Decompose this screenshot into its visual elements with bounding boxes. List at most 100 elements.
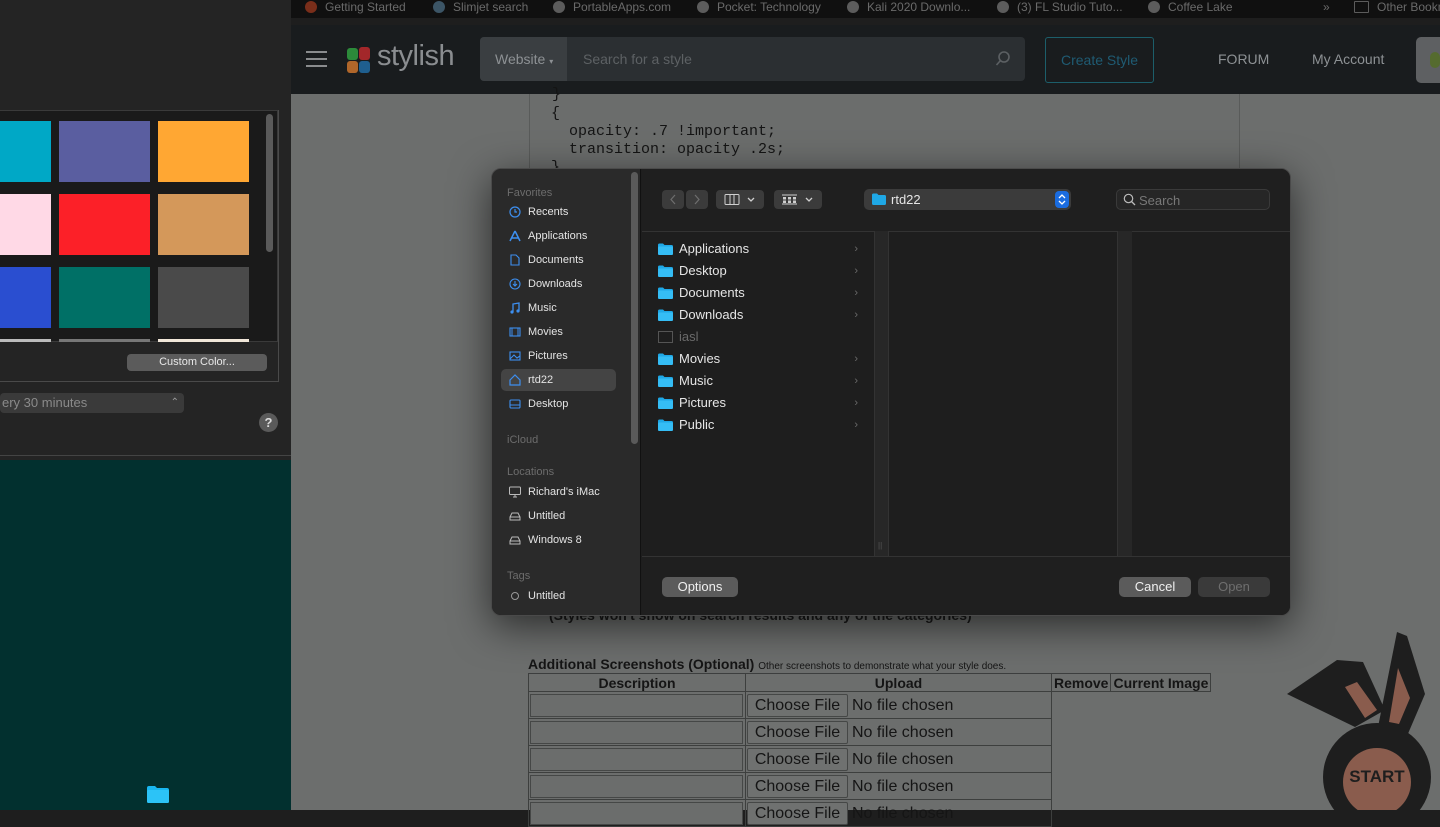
view-mode-button[interactable] (716, 190, 764, 209)
stylish-logo-icon[interactable] (347, 47, 373, 73)
interval-select[interactable]: ery 30 minutes ⌃ (0, 393, 184, 413)
location-popup[interactable]: rtd22 (864, 189, 1071, 210)
chevron-right-icon: › (854, 287, 858, 299)
folder-icon (872, 193, 886, 205)
color-swatch[interactable] (0, 121, 51, 182)
color-swatch[interactable] (158, 267, 249, 328)
sidebar-item-music[interactable]: Music (501, 297, 616, 319)
file-column: Applications › Desktop › Documents › Downloads… (642, 231, 874, 556)
sidebar-item-untitled-drive[interactable]: Untitled (501, 505, 616, 527)
bookmark-item[interactable]: (3) FL Studio Tuto... (997, 0, 1123, 18)
sidebar-item-rtd22[interactable]: rtd22 (501, 369, 616, 391)
choose-file-button[interactable]: Choose File (747, 774, 848, 798)
description-input[interactable] (530, 693, 743, 717)
portableapps-icon (553, 1, 565, 13)
help-button[interactable]: ? (259, 413, 278, 432)
bookmark-item[interactable]: Slimjet search (433, 0, 528, 18)
column-resize-grip-icon[interactable]: || (878, 541, 882, 550)
bookmark-label: Pocket: Technology (717, 0, 821, 14)
create-style-button[interactable]: Create Style (1045, 37, 1154, 83)
group-by-button[interactable] (774, 190, 822, 209)
column-divider[interactable] (874, 231, 889, 556)
bookmark-item[interactable]: Kali 2020 Downlo... (847, 0, 970, 18)
sidebar-item-recents[interactable]: Recents (501, 201, 616, 223)
search-scope-dropdown[interactable]: Website ▾ (480, 37, 567, 81)
avatar[interactable] (1416, 37, 1440, 83)
other-bookmarks[interactable]: Other Bookmarks (1354, 0, 1440, 18)
description-input[interactable] (530, 720, 743, 744)
my-account-link[interactable]: My Account (1312, 51, 1384, 67)
color-swatch[interactable] (59, 267, 150, 328)
choose-file-button[interactable]: Choose File (747, 720, 848, 744)
forward-button[interactable] (686, 190, 708, 209)
options-button[interactable]: Options (662, 577, 738, 597)
sidebar-item-richards-imac[interactable]: Richard's iMac (501, 481, 616, 503)
folder-row[interactable]: Applications › (658, 238, 858, 260)
folder-row[interactable]: Documents › (658, 282, 858, 304)
folder-row[interactable]: Pictures › (658, 392, 858, 414)
code-ghost-char: } (552, 86, 562, 103)
sidebar-item-windows-8[interactable]: Windows 8 (501, 529, 616, 551)
sidebar-section-icloud[interactable]: iCloud (507, 434, 538, 446)
hamburger-menu-icon[interactable] (306, 51, 327, 67)
bookmark-item[interactable]: Getting Started (305, 0, 406, 18)
folder-row[interactable]: Desktop › (658, 260, 858, 282)
section-subtitle: Other screenshots to demonstrate what yo… (758, 661, 1007, 672)
choose-file-button[interactable]: Choose File (747, 693, 848, 717)
folder-row[interactable]: Downloads › (658, 304, 858, 326)
description-input[interactable] (530, 747, 743, 771)
folder-row[interactable]: Movies › (658, 348, 858, 370)
sidebar-item-applications[interactable]: Applications (501, 225, 616, 247)
folder-row[interactable]: Public › (658, 414, 858, 436)
file-row[interactable]: iasl (658, 326, 858, 348)
bookmark-label: Kali 2020 Downlo... (867, 0, 971, 14)
choose-file-button[interactable]: Choose File (747, 801, 848, 825)
color-swatch[interactable] (0, 194, 51, 255)
sidebar-scrollbar[interactable] (631, 172, 638, 444)
swatch-scrollbar[interactable] (266, 114, 273, 252)
search-icon[interactable] (995, 51, 1011, 67)
stylish-logo-text[interactable]: stylish (377, 40, 455, 73)
chevron-right-icon: › (854, 397, 858, 409)
sidebar-item-desktop[interactable]: Desktop (501, 393, 616, 415)
start-bunny-badge[interactable]: START (1285, 632, 1440, 810)
bookmark-item[interactable]: PortableApps.com (553, 0, 671, 18)
open-button[interactable]: Open (1198, 577, 1270, 597)
sidebar-item-tag-untitled[interactable]: Untitled (501, 585, 616, 607)
file-name: Applications (679, 241, 750, 256)
bookmark-item[interactable]: Coffee Lake (1148, 0, 1233, 18)
download-icon (509, 278, 521, 290)
sidebar-item-documents[interactable]: Documents (501, 249, 616, 271)
folder-icon (658, 397, 673, 409)
folder-icon (658, 419, 673, 431)
chevron-right-icon: › (854, 265, 858, 277)
folder-row[interactable]: Music › (658, 370, 858, 392)
description-input[interactable] (530, 774, 743, 798)
style-search-input[interactable] (567, 37, 997, 81)
sidebar-item-movies[interactable]: Movies (501, 321, 616, 343)
choose-file-button[interactable]: Choose File (747, 747, 848, 771)
dialog-search-input[interactable] (1139, 192, 1265, 208)
sidebar-item-label: Music (528, 302, 557, 314)
bookmark-label: Coffee Lake (1168, 0, 1233, 14)
file-name: Movies (679, 351, 721, 366)
cancel-button[interactable]: Cancel (1119, 577, 1191, 597)
color-swatch[interactable] (0, 267, 51, 328)
color-swatch[interactable] (59, 121, 150, 182)
sidebar-item-pictures[interactable]: Pictures (501, 345, 616, 367)
description-input[interactable] (530, 801, 743, 825)
folder-icon (658, 265, 673, 277)
table-row: Choose File No file chosen (528, 799, 1211, 827)
bookmark-item[interactable]: Pocket: Technology (697, 0, 821, 18)
color-swatch[interactable] (59, 194, 150, 255)
bookmarks-overflow-button[interactable]: » (1323, 0, 1330, 18)
column-divider[interactable] (1117, 231, 1132, 556)
sidebar-item-downloads[interactable]: Downloads (501, 273, 616, 295)
color-swatch[interactable] (158, 194, 249, 255)
dialog-search-field[interactable] (1116, 189, 1270, 210)
color-swatch[interactable] (158, 121, 249, 182)
custom-color-button[interactable]: Custom Color... (127, 354, 267, 371)
desktop-folder-icon[interactable] (147, 785, 169, 803)
forum-link[interactable]: FORUM (1218, 51, 1269, 67)
back-button[interactable] (662, 190, 684, 209)
